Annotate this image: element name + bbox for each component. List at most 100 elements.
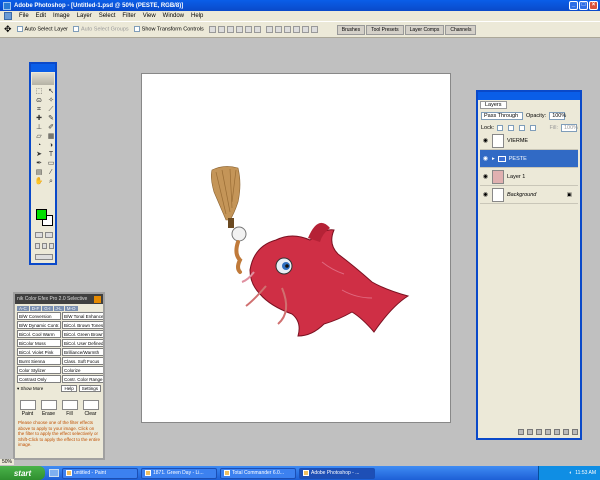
delete-layer-icon[interactable]: [572, 428, 578, 435]
blur-tool-icon[interactable]: ◔: [34, 142, 44, 150]
fill-button[interactable]: Fill: [61, 400, 78, 417]
distribute-bottom-icon[interactable]: [283, 26, 291, 33]
visibility-eye-icon[interactable]: ◉: [482, 173, 489, 180]
well-tab-channels[interactable]: Channels: [445, 24, 477, 35]
color-efex-titlebar[interactable]: nik Color Efex Pro 2.0 Selective: [15, 294, 103, 304]
filter-button[interactable]: Colorize: [62, 366, 103, 374]
erase-button[interactable]: Erase: [40, 400, 57, 417]
layer-row-layer-1[interactable]: ◉ Layer 1: [480, 168, 578, 186]
menu-filter[interactable]: Filter: [122, 13, 135, 19]
layer-row-background[interactable]: ◉ Background ▣: [480, 186, 578, 204]
opacity-input[interactable]: 100%: [549, 112, 566, 120]
filter-button[interactable]: Brilliance/Warmth: [62, 348, 103, 356]
menu-view[interactable]: View: [143, 13, 156, 19]
settings-button[interactable]: Settings: [78, 385, 101, 392]
align-hcenter-icon[interactable]: [244, 26, 252, 33]
paint-button[interactable]: Paint: [19, 400, 36, 417]
show-transform-controls-checkbox[interactable]: Show Transform Controls: [133, 26, 204, 33]
screen-mode-full-icon[interactable]: [49, 243, 54, 249]
filter-button[interactable]: B/W Dynamic Contr.: [17, 321, 61, 329]
crop-tool-icon[interactable]: ⌗: [34, 106, 44, 114]
filter-button[interactable]: Burnt Sienna: [17, 357, 61, 365]
taskbar-item-green-day[interactable]: 1871. Green Day - Li...: [141, 467, 217, 479]
minimize-button[interactable]: _: [569, 1, 578, 10]
quick-mask-mode-icon[interactable]: [45, 232, 53, 238]
path-selection-tool-icon[interactable]: ➤: [34, 151, 44, 159]
clear-button[interactable]: Clear: [82, 400, 99, 417]
toolbox-logo[interactable]: [32, 73, 54, 85]
adjustment-layer-icon[interactable]: [545, 428, 551, 435]
lock-image-icon[interactable]: [508, 125, 515, 131]
dodge-tool-icon[interactable]: ◑: [46, 142, 56, 150]
menu-file[interactable]: File: [19, 13, 29, 19]
filter-button[interactable]: BiCol. Brown Tones: [62, 321, 103, 329]
start-button[interactable]: start: [0, 466, 45, 480]
slice-tool-icon[interactable]: ⟋: [46, 106, 56, 114]
category-tab[interactable]: A-C: [17, 306, 29, 311]
align-bottom-icon[interactable]: [226, 26, 234, 33]
foreground-color-swatch[interactable]: [36, 209, 47, 220]
new-layer-icon[interactable]: [563, 428, 569, 435]
screen-mode-menubar-icon[interactable]: [42, 243, 47, 249]
hand-tool-icon[interactable]: ✋: [34, 178, 44, 186]
healing-brush-tool-icon[interactable]: ✚: [34, 115, 44, 123]
taskbar-item-total-commander[interactable]: Total Commander 6.0...: [220, 467, 296, 479]
help-button[interactable]: Help: [61, 385, 77, 392]
fill-input[interactable]: 100%: [561, 124, 578, 132]
shape-tool-icon[interactable]: ▭: [46, 160, 56, 168]
jump-to-imageready-icon[interactable]: [35, 254, 53, 260]
auto-select-groups-checkbox[interactable]: Auto Select Groups: [72, 26, 129, 33]
zoom-level[interactable]: 50%: [0, 459, 15, 465]
distribute-hcenter-icon[interactable]: [301, 26, 309, 33]
link-layers-icon[interactable]: [518, 428, 524, 435]
category-tab[interactable]: M-O: [64, 306, 78, 311]
well-tab-layer-comps[interactable]: Layer Comps: [404, 24, 445, 35]
filter-button[interactable]: BiCol. Green Brown: [62, 330, 103, 338]
eyedropper-tool-icon[interactable]: ⁄: [46, 169, 56, 177]
move-tool-icon[interactable]: ✥: [4, 24, 12, 35]
filter-button[interactable]: BiCol. Cool Warm: [17, 330, 61, 338]
eraser-tool-icon[interactable]: ▱: [34, 133, 44, 141]
filter-button[interactable]: Contrast Only: [17, 375, 61, 383]
magic-wand-tool-icon[interactable]: ✧: [46, 97, 56, 105]
filter-button[interactable]: B/W Tonal Enhancer: [62, 312, 103, 320]
filter-button[interactable]: BiCol. Violet Pink: [17, 348, 61, 356]
brush-tool-icon[interactable]: ✎: [46, 115, 56, 123]
quick-launch-icon[interactable]: [49, 469, 59, 477]
menu-select[interactable]: Select: [99, 13, 116, 19]
filter-button[interactable]: BiCol. User Defined: [62, 339, 103, 347]
taskbar-item-paint[interactable]: untitled - Paint: [62, 467, 138, 479]
layer-mask-icon[interactable]: [536, 428, 542, 435]
align-vcenter-icon[interactable]: [217, 26, 225, 33]
filter-button[interactable]: Class. Soft Focus: [62, 357, 103, 365]
menu-edit[interactable]: Edit: [36, 13, 46, 19]
well-tab-brushes[interactable]: Brushes: [336, 24, 366, 35]
toolbox-titlebar[interactable]: [31, 64, 55, 72]
category-tab[interactable]: G-I: [42, 306, 53, 311]
visibility-eye-icon[interactable]: ◉: [482, 155, 489, 162]
align-top-icon[interactable]: [208, 26, 216, 33]
menu-window[interactable]: Window: [163, 13, 184, 19]
document-canvas[interactable]: [141, 73, 451, 423]
tray-icon[interactable]: ◐: [569, 470, 572, 476]
new-group-icon[interactable]: [554, 428, 560, 435]
layer-style-icon[interactable]: [527, 428, 533, 435]
auto-select-layer-checkbox[interactable]: Auto Select Layer: [16, 26, 68, 33]
tab-layers[interactable]: Layers: [480, 101, 507, 109]
clock[interactable]: 11:53 AM: [575, 470, 596, 476]
layer-row-vierme[interactable]: ◉ VIERME: [480, 132, 578, 150]
filter-button[interactable]: Contr. Color Range: [62, 375, 103, 383]
zoom-tool-icon[interactable]: ⌕: [46, 178, 56, 186]
align-right-icon[interactable]: [253, 26, 261, 33]
close-icon[interactable]: [94, 295, 101, 303]
history-brush-tool-icon[interactable]: ✐: [46, 124, 56, 132]
maximize-button[interactable]: □: [579, 1, 588, 10]
layer-row-peste[interactable]: ◉ ▸ PESTE: [480, 150, 578, 168]
gradient-tool-icon[interactable]: ▦: [46, 133, 56, 141]
distribute-vcenter-icon[interactable]: [274, 26, 282, 33]
type-tool-icon[interactable]: T: [46, 151, 56, 159]
align-left-icon[interactable]: [235, 26, 243, 33]
filter-button[interactable]: Color Stylizer: [17, 366, 61, 374]
layers-panel-titlebar[interactable]: [478, 92, 580, 100]
show-more-toggle[interactable]: ▾ Show More: [17, 386, 43, 392]
